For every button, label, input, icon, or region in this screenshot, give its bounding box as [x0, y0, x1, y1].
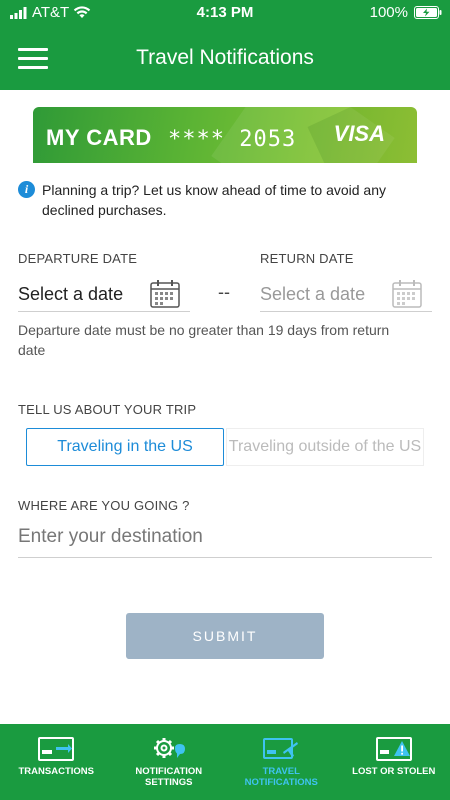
- departure-date-label: DEPARTURE DATE: [18, 251, 138, 266]
- page-title: Travel Notifications: [136, 46, 314, 69]
- traveling-outside-us-option[interactable]: Traveling outside of the US: [226, 428, 424, 466]
- info-message: i Planning a trip? Let us know ahead of …: [18, 180, 418, 220]
- battery-group: 100%: [370, 4, 442, 21]
- return-date-picker[interactable]: Select a date: [260, 272, 432, 312]
- card-warning-icon: [375, 737, 412, 761]
- tab-transactions[interactable]: TRANSACTIONS: [0, 724, 113, 800]
- tab-lost-or-stolen[interactable]: LOST OR STOLEN: [338, 724, 450, 800]
- gear-chat-icon: [153, 738, 185, 758]
- info-text: Planning a trip? Let us know ahead of ti…: [42, 182, 386, 218]
- departure-date-value: Select a date: [18, 284, 124, 304]
- date-separator: --: [218, 282, 230, 302]
- destination-label: WHERE ARE YOU GOING ?: [18, 498, 190, 513]
- card-label: MY CARD: [46, 125, 152, 150]
- return-date-label: RETURN DATE: [260, 251, 354, 266]
- tab-label: TRAVEL NOTIFICATIONS: [244, 766, 318, 788]
- destination-input[interactable]: Enter your destination: [18, 518, 432, 558]
- tab-travel-notifications[interactable]: TRAVEL NOTIFICATIONS: [225, 724, 338, 800]
- departure-date-picker[interactable]: Select a date: [18, 272, 190, 312]
- card-transactions-icon: [38, 737, 75, 761]
- tab-notification-settings[interactable]: NOTIFICATION SETTINGS: [113, 724, 226, 800]
- battery-icon: [414, 6, 442, 19]
- battery-percent: 100%: [369, 4, 408, 21]
- date-hint: Departure date must be no greater than 1…: [18, 322, 390, 358]
- bottom-tab-bar: TRANSACTIONS NOTIFICATION SETTINGS TRAVE…: [0, 724, 450, 800]
- card-brand-logo: VISA: [333, 121, 385, 146]
- app-header: Travel Notifications: [0, 26, 450, 90]
- card-banner: MY CARD **** 2053 VISA: [33, 107, 417, 163]
- traveling-us-option[interactable]: Traveling in the US: [26, 428, 224, 466]
- tab-label: TRANSACTIONS: [18, 766, 94, 777]
- info-icon: i: [18, 181, 35, 198]
- card-plane-icon: [263, 738, 299, 759]
- trip-type-label: TELL US ABOUT YOUR TRIP: [18, 402, 197, 417]
- calendar-icon: [392, 280, 422, 308]
- submit-button[interactable]: SUBMIT: [126, 613, 324, 659]
- tab-label: NOTIFICATION SETTINGS: [135, 766, 203, 788]
- calendar-icon: [150, 280, 180, 308]
- card-number: **** 2053: [168, 127, 297, 152]
- status-bar: AT&T 4:13 PM 100%: [0, 0, 450, 26]
- return-date-value: Select a date: [260, 284, 366, 304]
- tab-label: LOST OR STOLEN: [352, 766, 436, 777]
